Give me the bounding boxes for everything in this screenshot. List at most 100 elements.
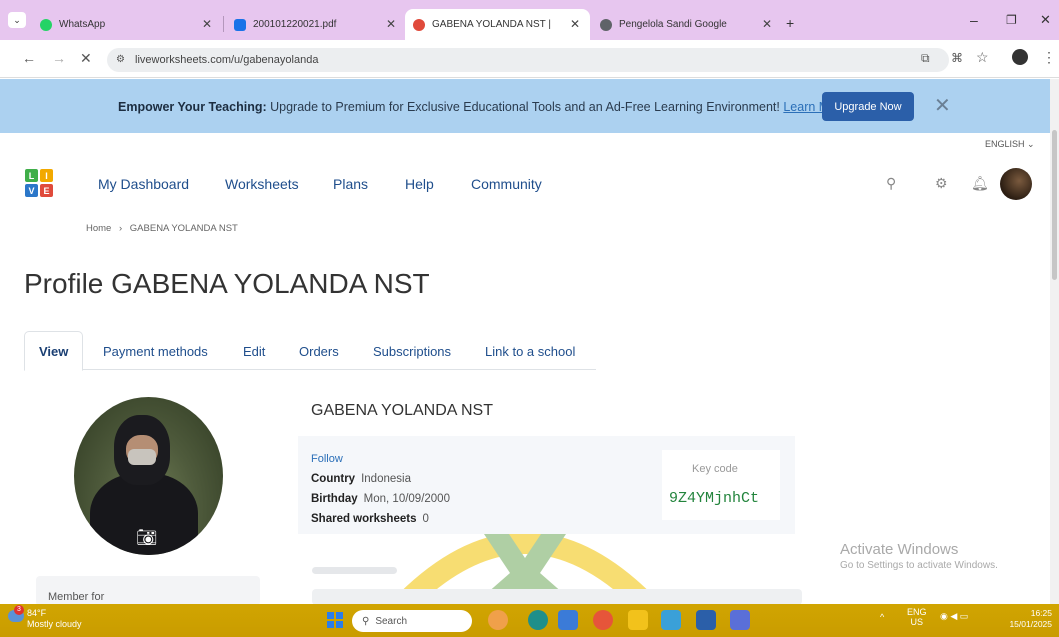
placeholder-bar <box>312 567 397 574</box>
tab-liveworksheets[interactable]: GABENA YOLANDA NST | LiveW ✕ <box>405 9 590 40</box>
logo-letter: L <box>25 169 38 182</box>
close-tab-icon[interactable]: ✕ <box>570 17 580 31</box>
country-value: Indonesia <box>361 473 411 485</box>
liveworksheets-icon <box>413 18 425 31</box>
avatar[interactable] <box>1000 168 1032 200</box>
weather-text: Mostly cloudy <box>27 619 82 629</box>
close-banner-icon[interactable]: ✕ <box>934 93 951 118</box>
app-icon[interactable] <box>730 610 750 630</box>
language-selector[interactable]: ENGLISH ⌄ <box>985 139 1035 150</box>
profile-icon[interactable] <box>1012 49 1028 65</box>
tab-label: Pengelola Sandi Google <box>619 19 727 30</box>
bookmark-star-icon[interactable]: ☆ <box>976 49 989 66</box>
whatsapp-icon <box>40 18 52 31</box>
tab-list-button[interactable]: ⌄ <box>8 12 26 28</box>
search-icon: ⚲ <box>362 615 370 627</box>
shared-worksheets-value: 0 <box>422 513 429 525</box>
nav-my-dashboard[interactable]: My Dashboard <box>98 176 189 192</box>
logo-letter: I <box>40 169 53 182</box>
promo-body: Upgrade to Premium for Exclusive Educati… <box>266 100 784 114</box>
logo-letter: V <box>25 184 38 197</box>
taskbar-search[interactable]: ⚲ Search <box>352 610 472 632</box>
browser-tab-bar: ⌄ WhatsApp ✕ 200101220021.pdf ✕ GABENA Y… <box>0 0 1059 40</box>
key-code-box <box>662 450 780 520</box>
gear-icon[interactable]: ⚙ <box>935 175 948 192</box>
breadcrumb-separator: › <box>118 223 123 234</box>
breadcrumb-home[interactable]: Home <box>86 223 111 234</box>
nav-worksheets[interactable]: Worksheets <box>225 176 299 192</box>
tab-link-to-a-school[interactable]: Link to a school <box>471 331 589 371</box>
bell-icon[interactable]: 🔔︎ <box>971 175 989 192</box>
tab-pdf[interactable]: 200101220021.pdf ✕ <box>226 9 406 40</box>
temperature: 84°F <box>27 608 47 618</box>
logo-letter: E <box>40 184 53 197</box>
close-tab-icon[interactable]: ✕ <box>762 17 772 31</box>
nav-help[interactable]: Help <box>405 176 434 192</box>
back-icon[interactable]: ← <box>22 50 36 66</box>
promo-bold: Empower Your Teaching: <box>118 100 267 114</box>
camera-icon[interactable]: 📷︎ <box>136 528 160 548</box>
breadcrumb: Home › GABENA YOLANDA NST <box>86 223 238 234</box>
app-icon[interactable] <box>661 610 681 630</box>
wifi-volume-battery-icons[interactable]: ◉ ◀ ▭ <box>940 611 968 622</box>
upgrade-now-button[interactable]: Upgrade Now <box>822 92 914 121</box>
file-explorer-icon[interactable] <box>628 610 648 630</box>
clock-time: 16:25 <box>1030 608 1052 618</box>
tab-edit[interactable]: Edit <box>229 331 279 371</box>
tab-label: 200101220021.pdf <box>253 19 337 30</box>
tab-password-manager[interactable]: Pengelola Sandi Google ✕ <box>592 9 782 40</box>
copilot-icon[interactable] <box>488 610 508 630</box>
word-icon[interactable] <box>696 610 716 630</box>
close-window-icon[interactable]: ✕ <box>1040 12 1051 28</box>
clock-date: 15/01/2025 <box>1009 619 1052 629</box>
shared-worksheets-row: Shared worksheets 0 <box>311 513 429 525</box>
search-icon[interactable]: ⚲ <box>886 175 896 192</box>
breadcrumb-current: GABENA YOLANDA NST <box>129 223 238 234</box>
url-text: liveworksheets.com/u/gabenayolanda <box>135 54 319 66</box>
nav-plans[interactable]: Plans <box>333 176 368 192</box>
restore-icon[interactable]: ❐ <box>1006 13 1017 27</box>
country-label: Country <box>311 473 356 485</box>
windows-start-icon[interactable] <box>327 612 343 628</box>
chrome-icon[interactable] <box>593 610 613 630</box>
scrollbar-thumb[interactable] <box>1052 130 1057 280</box>
more-menu-icon[interactable]: ⋮ <box>1042 49 1056 66</box>
member-for-label: Member for <box>48 591 105 603</box>
install-app-icon[interactable]: ⧉ <box>921 51 930 66</box>
stop-icon[interactable]: ✕ <box>80 50 92 67</box>
tab-payment-methods[interactable]: Payment methods <box>89 331 222 371</box>
shared-worksheets-label: Shared worksheets <box>311 513 417 525</box>
tab-whatsapp[interactable]: WhatsApp ✕ <box>32 9 222 40</box>
live-logo[interactable]: L I V E <box>25 169 55 201</box>
site-info-icon[interactable]: ⚙ <box>116 54 125 65</box>
url-input[interactable]: ⚙ liveworksheets.com/u/gabenayolanda <box>107 48 949 72</box>
tab-subscriptions[interactable]: Subscriptions <box>359 331 465 371</box>
activate-title: Activate Windows <box>840 541 959 558</box>
new-tab-button[interactable]: + <box>786 15 794 31</box>
tab-view[interactable]: View <box>24 331 84 371</box>
forward-icon[interactable]: → <box>52 50 66 66</box>
pdf-icon <box>234 18 246 31</box>
activate-windows-watermark: Activate Windows Go to Settings to activ… <box>840 541 998 571</box>
app-icon[interactable] <box>558 610 578 630</box>
chevron-up-icon[interactable]: ^ <box>880 612 884 622</box>
key-icon <box>600 18 612 31</box>
close-tab-icon[interactable]: ✕ <box>386 17 396 31</box>
taskbar-clock[interactable]: 16:25 15/01/2025 <box>1000 608 1052 630</box>
tab-label: GABENA YOLANDA NST | LiveW <box>432 19 552 30</box>
translate-icon[interactable]: ⌘ <box>951 51 963 65</box>
birthday-value: Mon, 10/09/2000 <box>363 493 450 505</box>
language-indicator[interactable]: ENG US <box>907 607 927 627</box>
tab-label: WhatsApp <box>59 19 106 30</box>
search-label: Search <box>375 615 408 627</box>
tab-orders[interactable]: Orders <box>285 331 353 371</box>
nav-community[interactable]: Community <box>471 176 542 192</box>
country-row: Country Indonesia <box>311 473 411 485</box>
edge-icon[interactable] <box>528 610 548 630</box>
minimize-icon[interactable]: – <box>970 12 978 28</box>
birthday-row: Birthday Mon, 10/09/2000 <box>311 493 450 505</box>
follow-link[interactable]: Follow <box>311 453 343 465</box>
profile-name: GABENA YOLANDA NST <box>311 402 493 419</box>
close-tab-icon[interactable]: ✕ <box>202 17 212 31</box>
key-code-value: 9Z4YMjnhCt <box>669 490 760 507</box>
